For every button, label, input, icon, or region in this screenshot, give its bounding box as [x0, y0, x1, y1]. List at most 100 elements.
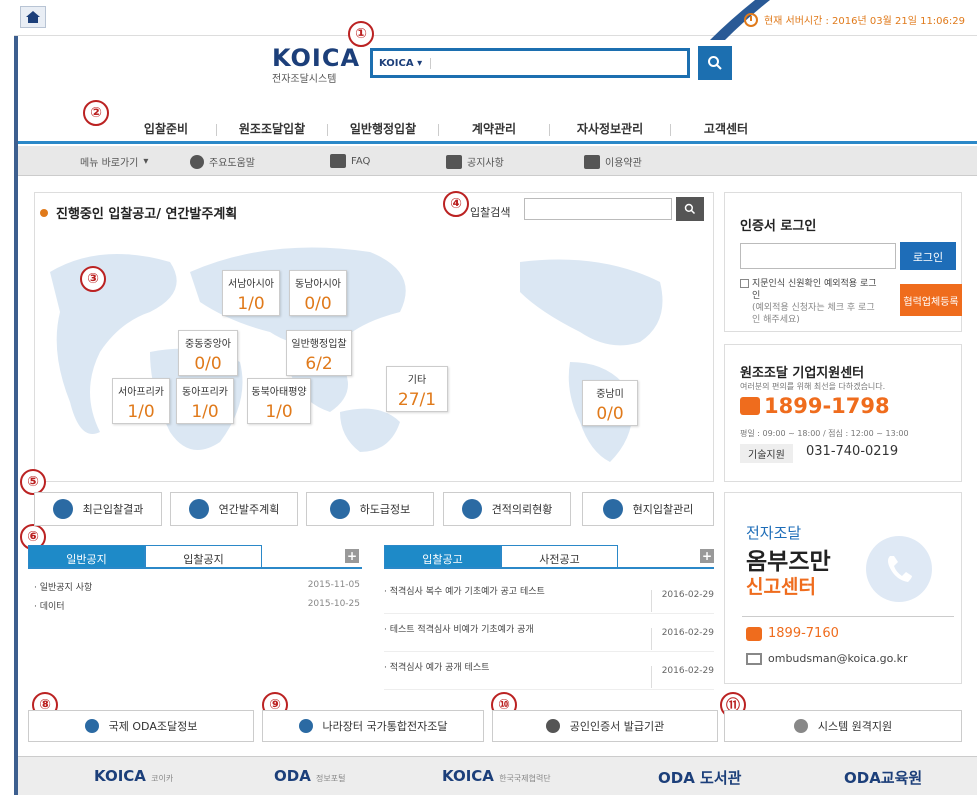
search-icon	[708, 56, 722, 70]
terms-link[interactable]: 이용약관	[584, 154, 642, 169]
help-link[interactable]: 주요도움말	[190, 154, 255, 169]
footer-logo-oda-library[interactable]: ODA 도서관	[658, 767, 741, 788]
faq-link[interactable]: FAQ	[330, 154, 370, 168]
login-title: 인증서 로그인	[740, 219, 817, 234]
ombudsman-line2: 옴부즈만	[746, 549, 831, 575]
support-icon	[793, 719, 808, 733]
phone-icon	[740, 397, 760, 415]
phone-icon	[866, 536, 932, 602]
nav-admin-bid[interactable]: 일반행정입찰	[328, 112, 438, 141]
link-remote-support[interactable]: 시스템 원격지원	[724, 710, 962, 742]
support-desc: 여러분의 편의를 위해 최선을 다하겠습니다.	[740, 382, 886, 391]
list-item[interactable]: · 테스트 적격심사 비예가 기초예가 공개 2016-02-29	[384, 616, 714, 652]
tech-support-number: 031-740-0219	[806, 444, 899, 459]
world-map	[50, 247, 663, 462]
nav-aid-bid[interactable]: 원조조달입찰	[217, 112, 327, 141]
search-icon	[684, 203, 696, 215]
login-input[interactable]	[740, 243, 896, 269]
nav-company-info[interactable]: 자사정보관리	[550, 112, 670, 141]
partner-register-button[interactable]: 협력업체등록	[900, 284, 962, 316]
region-other[interactable]: 기타 27/1	[386, 366, 448, 412]
tab-bid-notice[interactable]: 입찰공지	[145, 545, 262, 567]
quick-annual-plan[interactable]: 연간발주계획	[170, 492, 298, 526]
region-southeast-asia[interactable]: 동남아시아 0/0	[289, 270, 347, 316]
notice-more-button[interactable]: +	[345, 549, 359, 563]
region-admin-bid[interactable]: 일반행정입찰 6/2	[286, 330, 352, 376]
main-search-input[interactable]: KOICA ▾	[370, 48, 690, 78]
region-west-africa[interactable]: 서아프리카 1/0	[112, 378, 170, 424]
network-icon	[298, 719, 313, 733]
region-south-asia[interactable]: 서남아시아 1/0	[222, 270, 280, 316]
edit-icon	[446, 154, 462, 169]
map-title: 진행중인 입찰공고/ 연간발주계획	[40, 203, 237, 222]
bid-search-input[interactable]	[524, 198, 672, 220]
network-icon	[602, 499, 623, 519]
home-button[interactable]	[20, 6, 46, 28]
ombudsman-email[interactable]: ombudsman@koica.go.kr	[746, 652, 908, 665]
list-item[interactable]: · 적격심사 복수 예가 기초예가 공고 테스트 2016-02-29	[384, 578, 714, 614]
link-naramarket[interactable]: 나라장터 국가통합전자조달	[262, 710, 484, 742]
tab-general-notice[interactable]: 일반공지	[28, 545, 145, 567]
search-button[interactable]	[698, 46, 732, 80]
bid-search-button[interactable]	[676, 197, 704, 221]
marker-2: ②	[83, 100, 109, 126]
nav-bid-prep[interactable]: 입찰준비	[116, 112, 216, 141]
region-east-africa[interactable]: 동아프리카 1/0	[176, 378, 234, 424]
checkbox-label: 지문인식 신원확인 예외적용 로그인 (예외적용 신청자는 체크 후 로그인 해주…	[752, 279, 877, 325]
notice-link[interactable]: 공지사항	[446, 154, 504, 169]
quick-estimate-status[interactable]: 견적의뢰현황	[443, 492, 571, 526]
document-icon	[584, 154, 600, 169]
divider	[742, 616, 954, 617]
nav-customer-center[interactable]: 고객센터	[671, 112, 781, 141]
main-nav: 입찰준비 원조조달입찰 일반행정입찰 계약관리 자사정보관리 고객센터	[18, 112, 977, 144]
result-icon	[52, 499, 73, 519]
footer-logo-koica[interactable]: KOICA 코이카	[94, 767, 173, 785]
support-phone: 1899-1798	[740, 394, 890, 418]
link-cert-issuer[interactable]: 공인인증서 발급기관	[492, 710, 718, 742]
server-time: 현재 서버시간 : 2016년 03월 21일 11:06:29	[743, 12, 965, 27]
notice-tabs: 일반공지 입찰공지	[28, 545, 362, 569]
help-icon	[190, 154, 204, 169]
support-title: 원조조달 기업지원센터	[740, 366, 865, 381]
quick-recent-results[interactable]: 최근입찰결과	[34, 492, 162, 526]
login-button[interactable]: 로그인	[900, 242, 956, 270]
clock-icon	[743, 12, 758, 27]
quick-subcontract[interactable]: 하도급정보	[306, 492, 434, 526]
region-northeast-asia-pacific[interactable]: 동북아태평양 1/0	[247, 378, 311, 424]
footer-logo-oda-edu[interactable]: ODA교육원	[844, 767, 922, 788]
quick-local-bid[interactable]: 현지입찰관리	[582, 492, 714, 526]
fingerprint-checkbox[interactable]	[740, 279, 749, 288]
region-middle-east[interactable]: 중동중앙아 0/0	[178, 330, 238, 376]
footer-logo-oda[interactable]: ODA 정보포털	[274, 767, 346, 785]
phone-icon	[746, 626, 762, 641]
marker-4: ④	[443, 191, 469, 217]
bid-more-button[interactable]: +	[700, 549, 714, 563]
list-item[interactable]: · 적격심사 예가 공개 테스트 2016-02-29	[384, 654, 714, 690]
link-intl-oda[interactable]: 국제 ODA조달정보	[28, 710, 254, 742]
globe-icon	[84, 719, 99, 733]
footer: KOICA 코이카 ODA 정보포털 KOICA 한국국제협력단 ODA 도서관…	[18, 756, 977, 795]
list-item[interactable]: · 일반공지 사항 2015-11-05	[34, 580, 360, 593]
bid-search-label: 입찰검색	[470, 206, 511, 219]
search-select[interactable]: KOICA ▾	[379, 57, 432, 69]
key-icon	[545, 719, 560, 733]
home-icon	[26, 11, 40, 23]
koica-logo[interactable]: KOICA 전자조달시스템	[272, 44, 362, 85]
info-icon	[329, 499, 350, 519]
marker-3: ③	[80, 266, 106, 292]
clipboard-icon	[461, 499, 482, 519]
sub-bar: 메뉴 바로가기 ▾ 주요도움말 FAQ 공지사항 이용약관	[18, 146, 977, 176]
marker-1: ①	[348, 21, 374, 47]
menu-shortcut[interactable]: 메뉴 바로가기 ▾	[80, 154, 148, 169]
bullet-icon	[40, 208, 48, 217]
footer-logo-koica-agency[interactable]: KOICA 한국국제협력단	[442, 767, 551, 785]
list-item[interactable]: · 데이터 2015-10-25	[34, 599, 360, 612]
tab-bid-announce[interactable]: 입찰공고	[384, 545, 501, 567]
nav-contract[interactable]: 계약관리	[439, 112, 549, 141]
tab-pre-announce[interactable]: 사전공고	[501, 545, 618, 567]
bid-tabs: 입찰공고 사전공고	[384, 545, 714, 569]
mail-icon	[746, 652, 762, 665]
calendar-icon	[188, 499, 209, 519]
ombudsman-line1: 전자조달	[746, 524, 802, 542]
region-latin-america[interactable]: 중남미 0/0	[582, 380, 638, 426]
